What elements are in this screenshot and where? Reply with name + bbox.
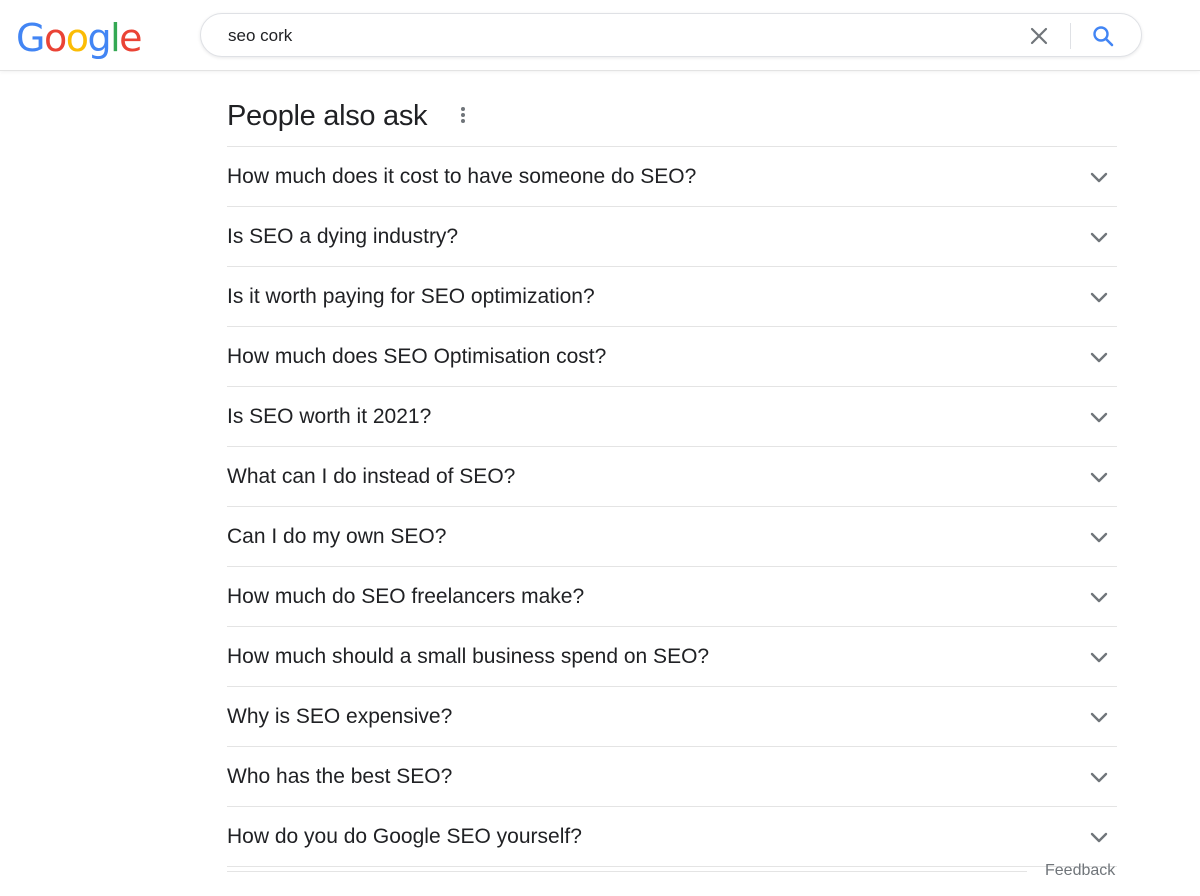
paa-question-text: How much do SEO freelancers make?	[227, 585, 585, 608]
paa-question-text: Is it worth paying for SEO optimization?	[227, 285, 595, 308]
chevron-down-icon[interactable]	[1088, 466, 1110, 488]
feedback-divider	[227, 871, 1027, 872]
paa-question-row[interactable]: How much does SEO Optimisation cost?	[227, 327, 1117, 387]
paa-question-text: How much does it cost to have someone do…	[227, 165, 697, 188]
paa-header: People also ask	[227, 88, 1117, 147]
chevron-down-icon[interactable]	[1088, 646, 1110, 668]
paa-question-row[interactable]: Is it worth paying for SEO optimization?	[227, 267, 1117, 327]
more-vertical-icon[interactable]	[457, 104, 469, 128]
logo-letter: e	[119, 16, 142, 60]
paa-question-text: Why is SEO expensive?	[227, 705, 453, 728]
chevron-down-icon[interactable]	[1088, 406, 1110, 428]
paa-question-row[interactable]: Can I do my own SEO?	[227, 507, 1117, 567]
paa-question-text: Who has the best SEO?	[227, 765, 453, 788]
chevron-down-icon[interactable]	[1088, 286, 1110, 308]
feedback-link[interactable]: Feedback	[1045, 861, 1115, 881]
chevron-down-icon[interactable]	[1088, 226, 1110, 248]
magnifier-icon[interactable]	[1091, 24, 1115, 48]
people-also-ask: People also ask How much does it cost to…	[227, 88, 1117, 867]
logo-letter: g	[87, 16, 111, 60]
paa-question-text: Is SEO worth it 2021?	[227, 405, 432, 428]
paa-question-row[interactable]: How do you do Google SEO yourself?	[227, 807, 1117, 867]
paa-question-row[interactable]: Is SEO a dying industry?	[227, 207, 1117, 267]
chevron-down-icon[interactable]	[1088, 526, 1110, 548]
paa-question-row[interactable]: How much should a small business spend o…	[227, 627, 1117, 687]
logo-letter: l	[110, 16, 121, 60]
logo-letter: o	[43, 16, 67, 60]
chevron-down-icon[interactable]	[1088, 766, 1110, 788]
paa-question-text: What can I do instead of SEO?	[227, 465, 516, 488]
paa-question-text: Is SEO a dying industry?	[227, 225, 459, 248]
paa-question-text: Can I do my own SEO?	[227, 525, 447, 548]
chevron-down-icon[interactable]	[1088, 346, 1110, 368]
search-box	[200, 13, 1142, 57]
paa-question-row[interactable]: Is SEO worth it 2021?	[227, 387, 1117, 447]
paa-question-text: How do you do Google SEO yourself?	[227, 825, 582, 848]
chevron-down-icon[interactable]	[1088, 586, 1110, 608]
paa-question-row[interactable]: Why is SEO expensive?	[227, 687, 1117, 747]
close-icon[interactable]	[1027, 24, 1051, 48]
chevron-down-icon[interactable]	[1088, 706, 1110, 728]
logo-letter: G	[16, 16, 45, 60]
paa-question-row[interactable]: How much do SEO freelancers make?	[227, 567, 1117, 627]
search-divider	[1070, 23, 1071, 49]
paa-question-list: How much does it cost to have someone do…	[227, 147, 1117, 867]
chevron-down-icon[interactable]	[1088, 166, 1110, 188]
paa-question-text: How much should a small business spend o…	[227, 645, 710, 668]
header-bar: Google	[0, 0, 1200, 71]
google-logo[interactable]: Google	[16, 14, 143, 62]
paa-question-row[interactable]: How much does it cost to have someone do…	[227, 147, 1117, 207]
paa-title: People also ask	[227, 100, 428, 132]
logo-letter: o	[65, 16, 89, 60]
paa-question-text: How much does SEO Optimisation cost?	[227, 345, 607, 368]
paa-question-row[interactable]: What can I do instead of SEO?	[227, 447, 1117, 507]
paa-question-row[interactable]: Who has the best SEO?	[227, 747, 1117, 807]
search-input[interactable]	[228, 23, 1008, 49]
chevron-down-icon[interactable]	[1088, 826, 1110, 848]
